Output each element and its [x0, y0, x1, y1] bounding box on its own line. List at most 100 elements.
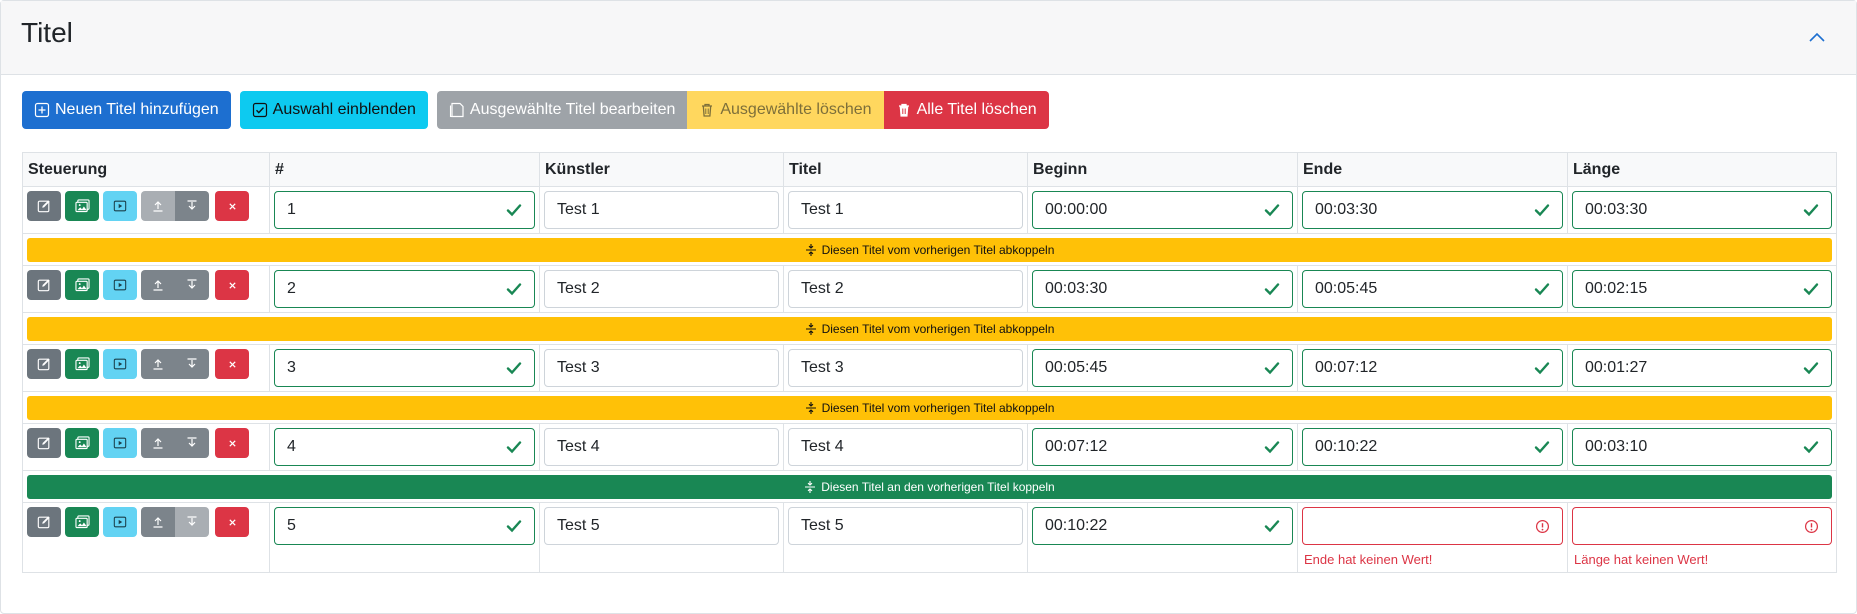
image-button[interactable] [65, 428, 99, 458]
end-cell: 00:07:12 [1298, 345, 1568, 391]
artist-input[interactable]: Test 4 [544, 428, 779, 466]
length-input[interactable]: 00:03:10 [1572, 428, 1832, 466]
end-input[interactable]: 00:03:30 [1302, 191, 1563, 229]
delete-row-button[interactable] [215, 270, 249, 300]
image-button[interactable] [65, 191, 99, 221]
edit-row-button[interactable] [27, 191, 61, 221]
edit-row-button[interactable] [27, 349, 61, 379]
artist-input[interactable]: Test 1 [544, 191, 779, 229]
move-up-button[interactable] [141, 507, 175, 537]
title-input[interactable]: Test 5 [788, 507, 1023, 545]
delete-all-button[interactable]: Alle Titel löschen [883, 91, 1049, 129]
arrow-up-icon [152, 358, 164, 370]
link-bar-row: Diesen Titel vom vorherigen Titel abkopp… [23, 313, 1836, 345]
image-button[interactable] [65, 349, 99, 379]
edit-row-button[interactable] [27, 507, 61, 537]
title-input[interactable]: Test 4 [788, 428, 1023, 466]
artist-input[interactable]: Test 2 [544, 270, 779, 308]
move-down-button[interactable] [175, 270, 209, 300]
unlink-button[interactable]: Diesen Titel vom vorherigen Titel abkopp… [27, 396, 1832, 420]
play-button[interactable] [103, 191, 137, 221]
check-icon [1534, 440, 1550, 454]
end-input[interactable]: 00:05:45 [1302, 270, 1563, 308]
begin-input[interactable]: 00:03:30 [1032, 270, 1293, 308]
images-icon [74, 278, 90, 292]
check-icon [1803, 203, 1819, 217]
check-icon [1534, 282, 1550, 296]
edit-row-button[interactable] [27, 270, 61, 300]
delete-row-button[interactable] [215, 428, 249, 458]
edit-row-button[interactable] [27, 428, 61, 458]
artist-input[interactable]: Test 3 [544, 349, 779, 387]
number-cell: 1 [270, 187, 540, 233]
length-input[interactable]: 00:01:27 [1572, 349, 1832, 387]
begin-input[interactable]: 00:00:00 [1032, 191, 1293, 229]
close-icon [228, 360, 237, 369]
delete-row-button[interactable] [215, 349, 249, 379]
arrow-down-icon [186, 358, 198, 370]
artist-cell: Test 2 [540, 266, 784, 312]
unlink-button[interactable]: Diesen Titel vom vorherigen Titel abkopp… [27, 238, 1832, 262]
toolbar: Neuen Titel hinzufügen Auswahl einblende… [22, 91, 1049, 129]
number-input[interactable]: 3 [274, 349, 535, 387]
move-up-button[interactable] [141, 270, 175, 300]
move-up-button[interactable] [141, 191, 175, 221]
titles-table: Steuerung # Künstler Titel Beginn Ende L… [22, 152, 1837, 573]
trash-icon [896, 102, 912, 118]
title-input[interactable]: Test 1 [788, 191, 1023, 229]
title-input[interactable]: Test 2 [788, 270, 1023, 308]
edit-icon [37, 278, 51, 292]
delete-row-button[interactable] [215, 191, 249, 221]
play-button[interactable] [103, 270, 137, 300]
number-input[interactable]: 5 [274, 507, 535, 545]
edit-icon [37, 199, 51, 213]
add-title-button[interactable]: Neuen Titel hinzufügen [22, 91, 231, 129]
begin-input[interactable]: 00:10:22 [1032, 507, 1293, 545]
check-icon [1264, 282, 1280, 296]
move-up-button[interactable] [141, 349, 175, 379]
play-button[interactable] [103, 507, 137, 537]
begin-input[interactable]: 00:07:12 [1032, 428, 1293, 466]
move-down-button[interactable] [175, 507, 209, 537]
check-icon [1264, 361, 1280, 375]
number-input[interactable]: 4 [274, 428, 535, 466]
alert-circle-icon [1804, 519, 1819, 534]
move-buttons [141, 507, 209, 537]
play-button[interactable] [103, 349, 137, 379]
play-button[interactable] [103, 428, 137, 458]
images-icon [74, 199, 90, 213]
image-button[interactable] [65, 507, 99, 537]
end-input[interactable]: 00:07:12 [1302, 349, 1563, 387]
image-button[interactable] [65, 270, 99, 300]
end-input[interactable]: 00:10:22 [1302, 428, 1563, 466]
move-down-button[interactable] [175, 191, 209, 221]
table-row: 1 Test 1 Test 1 00:00:00 00:03:30 00:03:30 [23, 187, 1836, 234]
move-down-button[interactable] [175, 349, 209, 379]
collapse-button[interactable] [1806, 26, 1828, 48]
title-cell: Test 2 [784, 266, 1028, 312]
column-header: Länge [1573, 161, 1621, 178]
length-input[interactable]: 00:02:15 [1572, 270, 1832, 308]
number-input[interactable]: 1 [274, 191, 535, 229]
link-button[interactable]: Diesen Titel an den vorherigen Titel kop… [27, 475, 1832, 499]
end-input[interactable] [1302, 507, 1563, 545]
move-buttons [141, 428, 209, 458]
title-input[interactable]: Test 3 [788, 349, 1023, 387]
move-buttons [141, 270, 209, 300]
edit-selected-button[interactable]: Ausgewählte Titel bearbeiten [436, 91, 688, 129]
close-icon [228, 202, 237, 211]
play-icon [113, 278, 127, 292]
length-input[interactable]: 00:03:30 [1572, 191, 1832, 229]
show-selection-button[interactable]: Auswahl einblenden [239, 91, 428, 129]
artist-input[interactable]: Test 5 [544, 507, 779, 545]
artist-cell: Test 1 [540, 187, 784, 233]
number-input[interactable]: 2 [274, 270, 535, 308]
end-cell: Ende hat keinen Wert! [1298, 503, 1568, 572]
unlink-button[interactable]: Diesen Titel vom vorherigen Titel abkopp… [27, 317, 1832, 341]
length-input[interactable] [1572, 507, 1832, 545]
delete-selected-button[interactable]: Ausgewählte löschen [687, 91, 884, 129]
move-up-button[interactable] [141, 428, 175, 458]
delete-row-button[interactable] [215, 507, 249, 537]
begin-input[interactable]: 00:05:45 [1032, 349, 1293, 387]
move-down-button[interactable] [175, 428, 209, 458]
